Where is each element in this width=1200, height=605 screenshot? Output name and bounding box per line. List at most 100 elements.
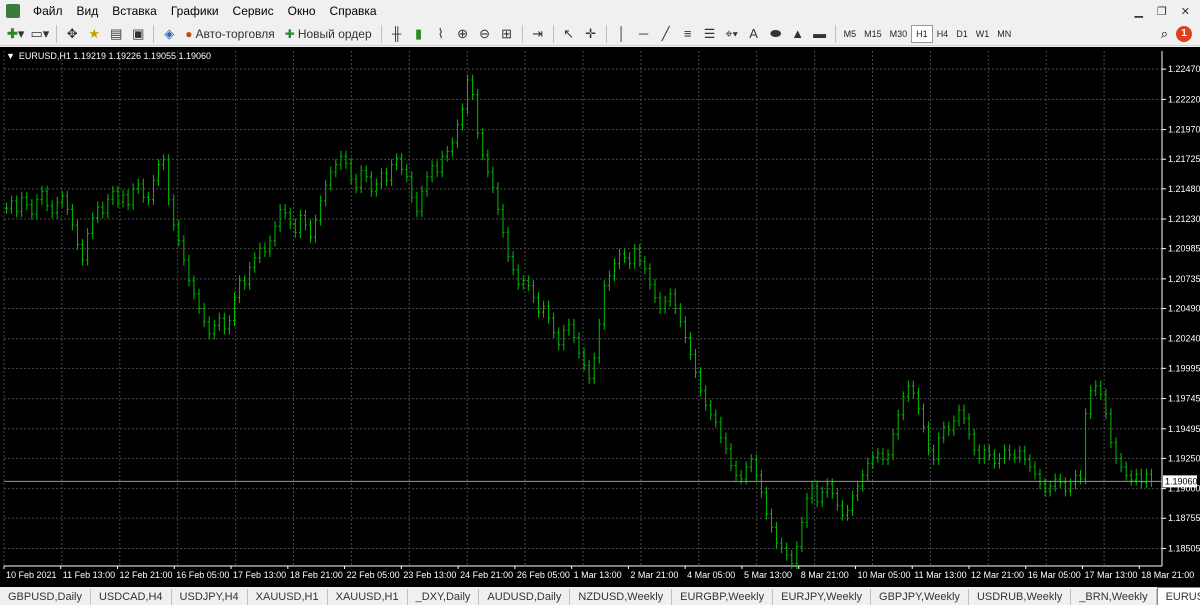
menu-help[interactable]: Справка — [323, 0, 384, 22]
terminal-icon[interactable]: ▤ — [106, 24, 126, 44]
x-tick-label: 23 Feb 13:00 — [403, 570, 456, 580]
price-chart[interactable]: 1.22470 1.22220 1.21970 1.21725 1.21480 1.212… — [0, 47, 1200, 587]
tile-windows-icon[interactable]: ⊞ — [497, 24, 517, 44]
minimize-icon[interactable]: ▁ — [1134, 5, 1142, 18]
chart-shift-icon[interactable]: ⇥ — [528, 24, 548, 44]
y-tick-label: 1.19495 — [1168, 424, 1200, 434]
x-tick-label: 16 Mar 05:00 — [1028, 570, 1081, 580]
menu-charts[interactable]: Графики — [164, 0, 226, 22]
metaeditor-icon[interactable]: ◈ — [159, 24, 179, 44]
tab-brn-weekly[interactable]: _BRN,Weekly — [1071, 589, 1157, 605]
x-tick-label: 26 Feb 05:00 — [517, 570, 570, 580]
chart-menu-icon[interactable]: ▼ — [6, 51, 15, 61]
tester-icon[interactable]: ▣ — [128, 24, 148, 44]
autotrading-button[interactable]: ● Авто-торговля — [181, 24, 279, 44]
y-tick-label: 1.22470 — [1168, 64, 1200, 74]
y-tick-label: 1.21725 — [1168, 154, 1200, 164]
vertical-line-icon[interactable]: │ — [612, 24, 632, 44]
alerts-icon[interactable]: 1 — [1176, 25, 1192, 42]
x-tick-label: 17 Feb 13:00 — [233, 570, 286, 580]
y-tick-label: 1.22220 — [1168, 94, 1200, 104]
menu-insert[interactable]: Вставка — [105, 0, 164, 22]
tab-gbpusd-daily[interactable]: GBPUSD,Daily — [0, 589, 91, 605]
tab-eurgbp-weekly[interactable]: EURGBP,Weekly — [672, 589, 774, 605]
toolbar-separator — [153, 24, 155, 43]
new-order-icon: ✚ — [284, 26, 295, 41]
tab-usdcad-h4[interactable]: USDCAD,H4 — [91, 589, 172, 605]
toolbar-separator — [56, 24, 58, 43]
x-tick-label: 11 Feb 13:00 — [63, 570, 115, 580]
tab-nzdusd-weekly[interactable]: NZDUSD,Weekly — [570, 589, 673, 605]
tab-dxy-daily[interactable]: _DXY,Daily — [408, 589, 480, 605]
trendline-icon[interactable]: ╱ — [656, 24, 676, 44]
x-tick-label: 8 Mar 21:00 — [801, 570, 849, 580]
tab-gbpjpy-weekly[interactable]: GBPJPY,Weekly — [871, 589, 969, 605]
restore-icon[interactable]: ❐ — [1157, 5, 1167, 18]
bar-chart-icon[interactable]: ╫ — [387, 24, 407, 44]
x-tick-label: 18 Feb 21:00 — [290, 570, 343, 580]
new-order-label: Новый ордер — [297, 26, 372, 41]
timeframe-h1[interactable]: H1 — [911, 24, 933, 43]
horizontal-line-icon[interactable]: ─ — [634, 24, 654, 44]
crosshair-tool-icon[interactable]: ✛ — [581, 24, 601, 44]
new-order-button[interactable]: ✚ Новый ордер — [281, 24, 376, 44]
tab-usdrub-weekly[interactable]: USDRUB,Weekly — [969, 589, 1072, 605]
y-tick-label: 1.18505 — [1168, 543, 1200, 553]
menu-tools[interactable]: Сервис — [226, 0, 281, 22]
toolbar-separator — [552, 24, 554, 43]
crosshair-icon[interactable]: ✥ — [62, 24, 82, 44]
new-chart-icon[interactable]: ✚ ▾ — [5, 24, 26, 44]
search-icon[interactable]: ⌕ — [1161, 26, 1168, 42]
timeframe-m15[interactable]: M15 — [860, 25, 886, 43]
cursor-icon[interactable]: ↖ — [559, 24, 579, 44]
tab-xauusd-h1-2[interactable]: XAUUSD,H1 — [328, 589, 408, 605]
x-tick-label: 18 Mar 21:00 — [1141, 570, 1194, 580]
x-tick-label: 10 Mar 05:00 — [857, 570, 910, 580]
shapes-icon[interactable]: ⌖▾ — [722, 24, 742, 44]
y-tick-label: 1.20735 — [1168, 274, 1200, 284]
ellipse-icon[interactable]: ⬬ — [766, 24, 786, 44]
chart-window[interactable]: 1.22470 1.22220 1.21970 1.21725 1.21480 1.212… — [0, 47, 1200, 587]
tab-usdjpy-h4[interactable]: USDJPY,H4 — [172, 589, 248, 605]
channel-icon[interactable]: ≡ — [678, 24, 698, 44]
tab-xauusd-h1[interactable]: XAUUSD,H1 — [248, 589, 328, 605]
x-tick-label: 22 Feb 05:00 — [347, 570, 400, 580]
timeframe-h4[interactable]: H4 — [933, 25, 953, 43]
arrow-icon[interactable]: ▲ — [788, 24, 808, 44]
x-tick-label: 11 Mar 13:00 — [914, 570, 966, 580]
x-tick-label: 10 Feb 2021 — [6, 570, 57, 580]
navigator-icon[interactable]: ★ — [84, 24, 104, 44]
menu-file[interactable]: Файл — [26, 0, 70, 22]
timeframe-d1[interactable]: D1 — [952, 25, 972, 43]
toolbar: ✚ ▾ ▭▾ ✥ ★ ▤ ▣ ◈ ● Авто-торговля ✚ Новый … — [0, 22, 1200, 46]
x-tick-label: 1 Mar 13:00 — [574, 570, 622, 580]
y-tick-label: 1.20490 — [1168, 304, 1200, 314]
tab-eurusd-h1[interactable]: EURUSD,H1 — [1156, 587, 1200, 605]
timeframe-mn[interactable]: MN — [993, 25, 1015, 43]
text-tool-button[interactable]: A — [744, 24, 764, 44]
fibonacci-icon[interactable]: ☰ — [700, 24, 720, 44]
autotrading-icon: ● — [185, 26, 193, 41]
menu-window[interactable]: Окно — [281, 0, 323, 22]
timeframe-w1[interactable]: W1 — [972, 25, 994, 43]
candlestick-icon[interactable]: ▮ — [409, 24, 429, 44]
profiles-icon[interactable]: ▭▾ — [28, 24, 51, 44]
chart-tabs: GBPUSD,Daily USDCAD,H4 USDJPY,H4 XAUUSD,… — [0, 587, 1200, 605]
timeframe-m5[interactable]: M5 — [840, 25, 861, 43]
close-icon[interactable]: ✕ — [1181, 5, 1190, 18]
menu-view[interactable]: Вид — [70, 0, 106, 22]
toolbar-separator — [834, 24, 836, 43]
x-tick-label: 24 Feb 21:00 — [460, 570, 513, 580]
zoom-out-icon[interactable]: ⊖ — [475, 24, 495, 44]
line-chart-icon[interactable]: ⌇ — [431, 24, 451, 44]
x-tick-label: 2 Mar 21:00 — [630, 570, 678, 580]
rectangle-icon[interactable]: ▬ — [810, 24, 830, 44]
timeframe-m30[interactable]: M30 — [886, 25, 912, 43]
tab-audusd-daily[interactable]: AUDUSD,Daily — [479, 589, 571, 605]
zoom-in-icon[interactable]: ⊕ — [453, 24, 473, 44]
toolbar-separator — [380, 24, 382, 43]
y-tick-label: 1.19745 — [1168, 394, 1200, 404]
app-icon — [6, 4, 20, 18]
tab-eurjpy-weekly[interactable]: EURJPY,Weekly — [773, 589, 872, 605]
y-tick-label: 1.20985 — [1168, 244, 1200, 254]
